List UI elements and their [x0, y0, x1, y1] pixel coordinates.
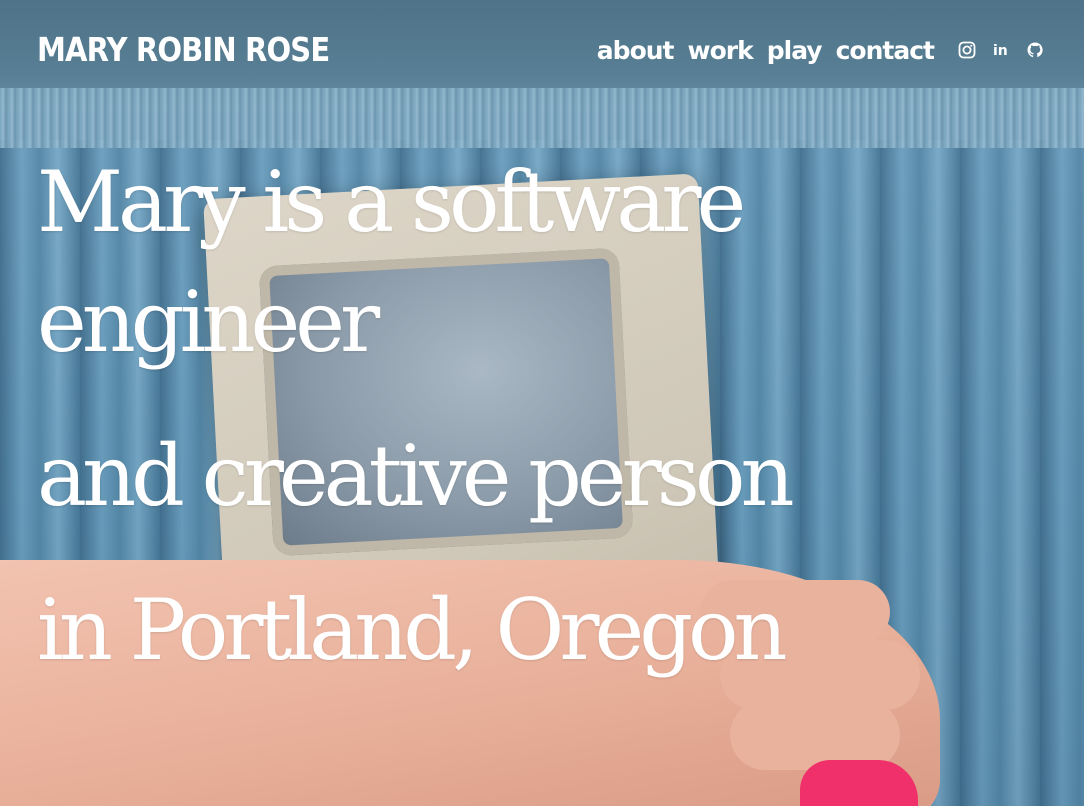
linkedin-icon[interactable]: in [992, 41, 1010, 59]
hero-line-2: engineer [37, 273, 380, 371]
hero-line-4: in Portland, Oregon [37, 581, 788, 679]
svg-text:in: in [993, 43, 1008, 59]
hero-line-1: Mary is a software [37, 153, 746, 251]
nav-work[interactable]: work [688, 36, 754, 65]
site-brand[interactable]: MARY ROBIN ROSE [37, 30, 330, 69]
hero-line-3: and creative person [37, 427, 795, 525]
nav-about[interactable]: about [597, 36, 675, 65]
instagram-icon[interactable] [958, 41, 976, 59]
nav-contact[interactable]: contact [836, 36, 935, 65]
main-nav: about work play contact [597, 36, 935, 65]
hero-statement: Mary is a software engineer and creative… [37, 153, 795, 679]
nav-play[interactable]: play [767, 36, 823, 65]
painted-fingernail [800, 760, 918, 806]
github-icon[interactable] [1026, 41, 1044, 59]
social-links: in [958, 41, 1044, 59]
site-header: MARY ROBIN ROSE about work play contact … [0, 0, 1084, 100]
